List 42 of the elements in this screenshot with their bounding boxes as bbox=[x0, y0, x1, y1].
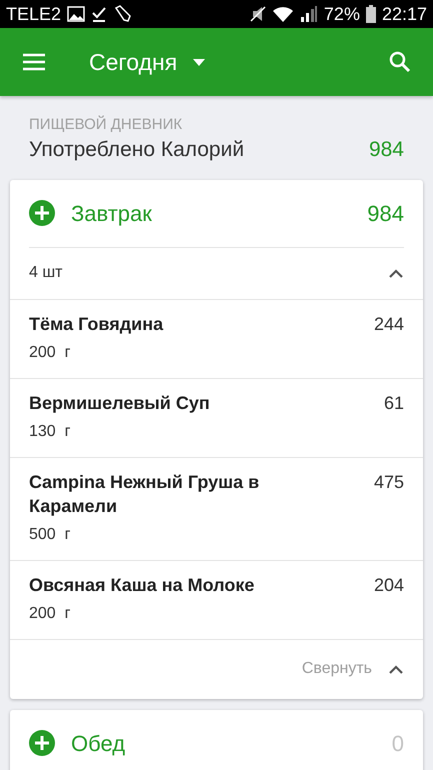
meal-name[interactable]: Обед bbox=[71, 726, 376, 760]
collapse-icon[interactable] bbox=[388, 664, 404, 674]
food-calories: 204 bbox=[374, 574, 404, 596]
item-count: 4 шт bbox=[29, 263, 63, 283]
food-name: Тёма Говядина bbox=[29, 312, 164, 336]
dropdown-icon bbox=[193, 58, 206, 66]
food-calories: 475 bbox=[374, 470, 404, 494]
mute-icon bbox=[250, 5, 266, 23]
food-name: Campina Нежный Груша в Карамели bbox=[29, 470, 260, 518]
shoe-icon bbox=[113, 5, 134, 23]
add-icon[interactable] bbox=[29, 200, 55, 226]
food-amount: 500 г bbox=[29, 524, 72, 544]
meal-calories: 984 bbox=[367, 200, 404, 228]
food-name: Овсяная Каша на Молоке bbox=[29, 574, 256, 596]
search-icon[interactable] bbox=[389, 51, 411, 73]
checkmark-icon bbox=[91, 6, 108, 22]
food-item[interactable]: Овсяная Каша на Молоке 200 г 204 bbox=[10, 560, 423, 638]
food-item[interactable]: Campina Нежный Груша в Карамели 500 г 475 bbox=[10, 456, 423, 560]
summary-calories: 984 bbox=[368, 137, 404, 163]
collapse-icon[interactable] bbox=[388, 268, 404, 278]
wifi-icon bbox=[272, 5, 294, 23]
meal-name[interactable]: Завтрак bbox=[71, 196, 352, 230]
signal-icon bbox=[300, 5, 318, 23]
food-item[interactable]: Вермишелевый Суп 130 г 61 bbox=[10, 378, 423, 456]
food-amount: 200 г bbox=[29, 604, 72, 624]
battery-level: 72% bbox=[324, 2, 360, 26]
food-calories: 244 bbox=[374, 312, 404, 336]
section-label: ПИЩЕВОЙ ДНЕВНИК bbox=[29, 116, 184, 134]
clock: 22:17 bbox=[382, 2, 427, 26]
date-dropdown[interactable]: Сегодня bbox=[89, 44, 206, 80]
image-icon bbox=[67, 6, 86, 22]
food-amount: 200 г bbox=[29, 342, 72, 362]
menu-icon[interactable] bbox=[22, 53, 46, 71]
add-icon[interactable] bbox=[29, 730, 55, 756]
food-amount: 130 г bbox=[29, 422, 72, 442]
food-calories: 61 bbox=[384, 392, 404, 414]
food-name: Вермишелевый Суп bbox=[29, 392, 211, 414]
food-item[interactable]: Тёма Говядина 200 г 244 bbox=[10, 298, 423, 378]
summary-title: Употреблено Калорий bbox=[29, 137, 244, 163]
meal-calories: 0 bbox=[392, 730, 404, 758]
battery-icon bbox=[366, 5, 376, 23]
carrier-name: TELE2 bbox=[6, 2, 62, 26]
